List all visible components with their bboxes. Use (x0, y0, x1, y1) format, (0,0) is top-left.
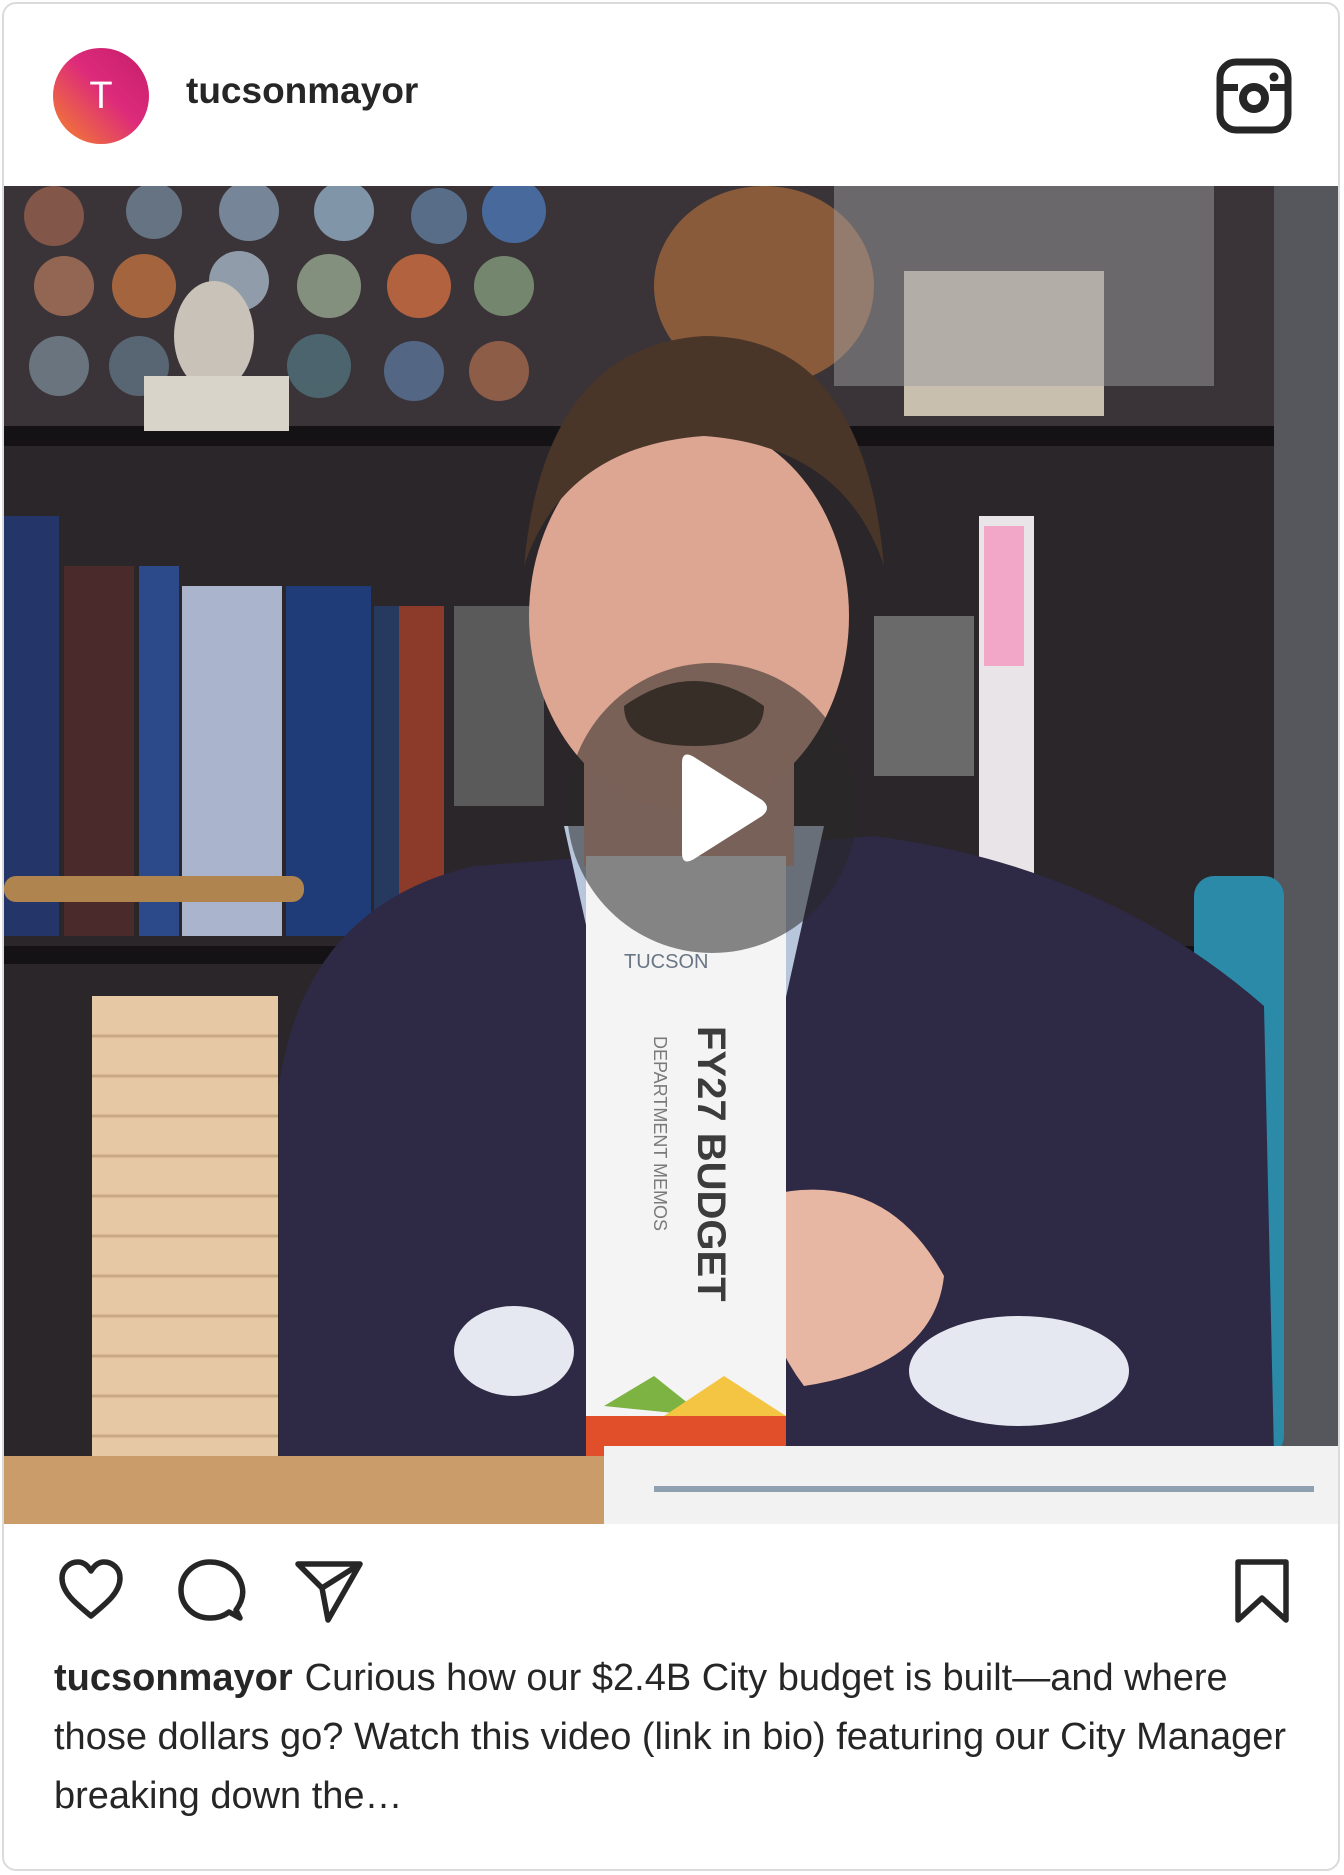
comment-icon[interactable] (176, 1556, 246, 1626)
video-thumbnail[interactable]: TUCSON FY27 BUDGET DEPARTMENT MEMOS (4, 186, 1338, 1524)
post-header: T tucsonmayor (4, 4, 1338, 184)
box-logo-text: TUCSON (624, 951, 708, 973)
post-caption: tucsonmayor Curious how our $2.4B City bu… (54, 1649, 1304, 1826)
post-username[interactable]: tucsonmayor (186, 70, 418, 112)
box-subtitle: DEPARTMENT MEMOS (650, 1036, 670, 1231)
heart-icon[interactable] (56, 1556, 126, 1626)
instagram-post-card: T tucsonmayor TUCSON FY27 BUDGET DEPARTM… (2, 2, 1340, 1871)
share-icon[interactable] (294, 1556, 364, 1626)
avatar[interactable]: T (53, 48, 149, 144)
post-actions (4, 1524, 1338, 1644)
caption-username[interactable]: tucsonmayor (54, 1657, 293, 1699)
instagram-icon[interactable] (1216, 58, 1292, 134)
box-title: FY27 BUDGET (689, 1026, 733, 1302)
play-button[interactable] (567, 663, 857, 953)
play-icon (682, 754, 767, 862)
avatar-letter: T (89, 74, 113, 117)
bookmark-icon[interactable] (1228, 1556, 1298, 1626)
